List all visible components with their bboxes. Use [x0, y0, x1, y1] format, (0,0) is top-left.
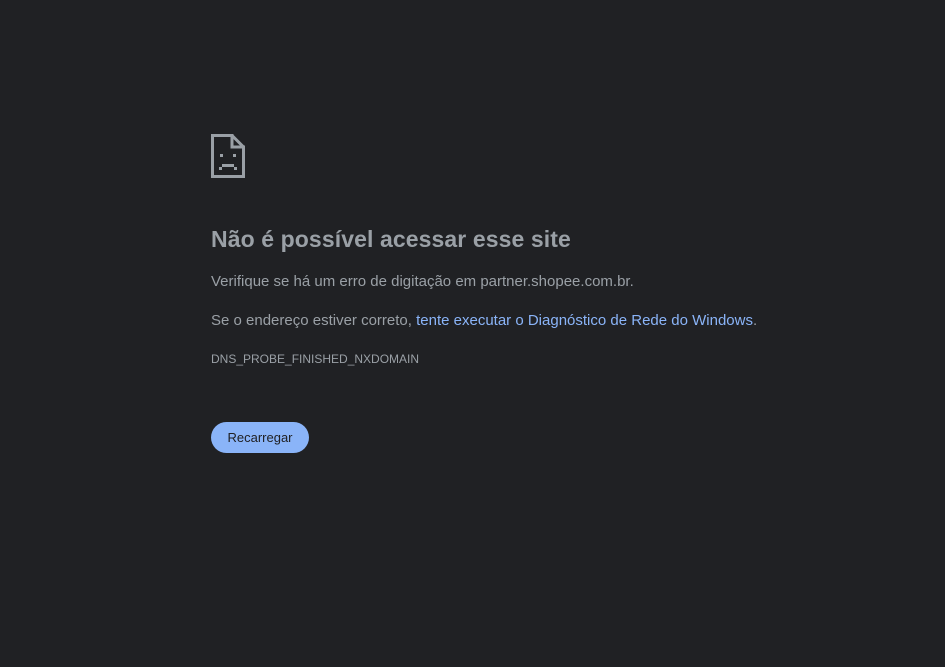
error-code: DNS_PROBE_FINISHED_NXDOMAIN	[211, 352, 420, 366]
diagnostic-link[interactable]: tente executar o Diagnóstico de Rede do …	[416, 312, 753, 329]
sad-page-icon	[211, 134, 245, 178]
address-suffix: .	[752, 312, 758, 329]
page-title: Não é possível acessar esse site	[211, 226, 571, 252]
address-message: Se o endereço estiver correto, tente exe…	[211, 312, 757, 329]
address-prefix: Se o endereço estiver correto,	[211, 312, 417, 329]
typo-message: Verifique se há um erro de digitação em …	[211, 273, 634, 290]
reload-button[interactable]: Recarregar	[211, 422, 309, 453]
error-content: Não é possível acessar esse site Verifiq…	[211, 134, 911, 453]
error-page: Não é possível acessar esse site Verifiq…	[0, 0, 945, 667]
